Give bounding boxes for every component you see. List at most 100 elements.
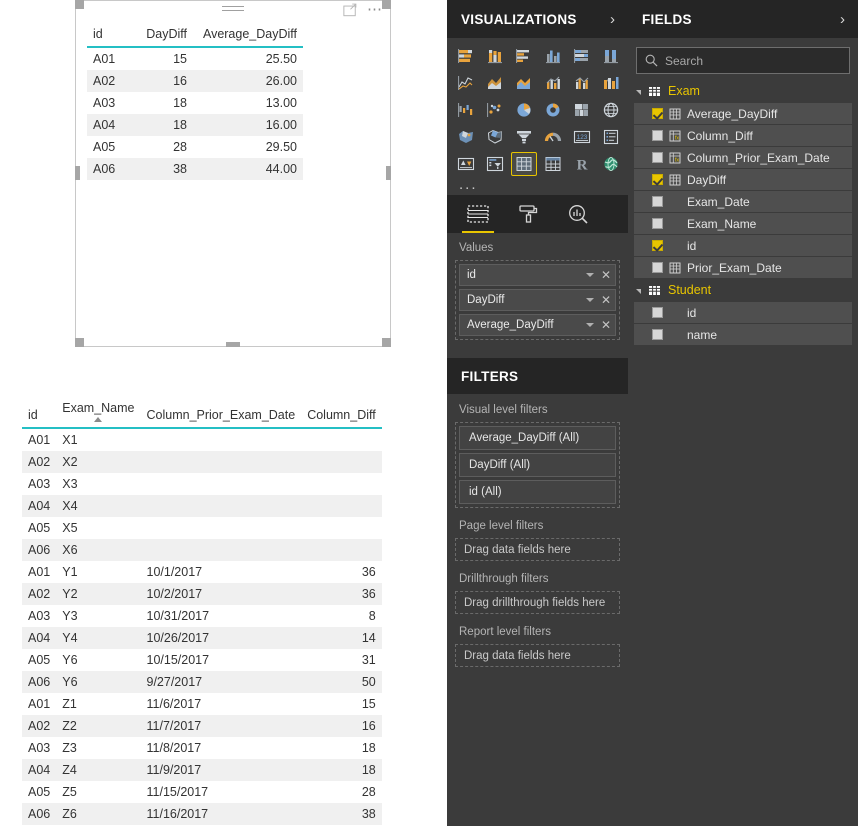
shape-map-visual[interactable] bbox=[482, 125, 508, 149]
table-row[interactable]: A03 18 13.00 bbox=[87, 92, 303, 114]
multi-row-card-visual[interactable] bbox=[598, 125, 624, 149]
resize-handle-middle-right[interactable] bbox=[386, 166, 391, 180]
card-visual[interactable]: 123 bbox=[569, 125, 595, 149]
visualization-type-gallery[interactable]: 123 R bbox=[447, 38, 628, 178]
drag-handle-icon[interactable] bbox=[222, 6, 244, 13]
filter-card[interactable]: Average_DayDiff (All) bbox=[459, 426, 616, 450]
table-row[interactable]: A06 38 44.00 bbox=[87, 158, 303, 180]
line-and-stacked-column-chart[interactable] bbox=[540, 71, 566, 95]
tab-analytics[interactable] bbox=[553, 195, 603, 233]
table-row[interactable]: A03 Z3 11/8/2017 18 bbox=[22, 737, 382, 759]
ribbon-chart[interactable] bbox=[598, 71, 624, 95]
chevron-down-icon[interactable] bbox=[586, 273, 594, 277]
field-checkbox[interactable] bbox=[652, 196, 663, 207]
resize-handle-middle-left[interactable] bbox=[75, 166, 80, 180]
column-header-daydiff[interactable]: DayDiff bbox=[131, 24, 193, 48]
chevron-right-icon[interactable]: › bbox=[610, 12, 615, 27]
fields-table-node-exam[interactable]: Exam bbox=[628, 80, 858, 102]
search-input[interactable] bbox=[665, 53, 841, 68]
resize-handle-bottom-left[interactable] bbox=[75, 338, 84, 347]
field-checkbox[interactable] bbox=[652, 174, 663, 185]
funnel-chart[interactable] bbox=[511, 125, 537, 149]
hundred-percent-stacked-bar-chart[interactable] bbox=[569, 44, 595, 68]
field-row-column_prior_exam_date[interactable]: fx Column_Prior_Exam_Date bbox=[634, 147, 852, 168]
field-checkbox[interactable] bbox=[652, 108, 663, 119]
table-row[interactable]: A06 Y6 9/27/2017 50 bbox=[22, 671, 382, 693]
field-checkbox[interactable] bbox=[652, 307, 663, 318]
table-row[interactable]: A04 18 16.00 bbox=[87, 114, 303, 136]
chevron-down-icon[interactable] bbox=[586, 298, 594, 302]
matrix-visual[interactable] bbox=[540, 152, 566, 176]
field-checkbox[interactable] bbox=[652, 152, 663, 163]
field-row-average_daydiff[interactable]: Average_DayDiff bbox=[634, 103, 852, 124]
more-visuals-icon[interactable]: ... bbox=[447, 177, 628, 195]
field-row-daydiff[interactable]: DayDiff bbox=[634, 169, 852, 190]
table-row[interactable]: A02 X2 bbox=[22, 451, 382, 473]
line-and-clustered-column-chart[interactable] bbox=[569, 71, 595, 95]
donut-chart[interactable] bbox=[540, 98, 566, 122]
field-checkbox[interactable] bbox=[652, 240, 663, 251]
table-row[interactable]: A02 Z2 11/7/2017 16 bbox=[22, 715, 382, 737]
table-row[interactable]: A01 Z1 11/6/2017 15 bbox=[22, 693, 382, 715]
fields-search-box[interactable] bbox=[636, 47, 850, 74]
r-script-visual[interactable]: R bbox=[569, 152, 595, 176]
table-row[interactable]: A01 X1 bbox=[22, 428, 382, 451]
values-field-pill[interactable]: id ✕ bbox=[459, 264, 616, 286]
arcgis-map-visual[interactable] bbox=[598, 152, 624, 176]
field-row-exam_date[interactable]: Exam_Date bbox=[634, 191, 852, 212]
field-checkbox[interactable] bbox=[652, 329, 663, 340]
column-header-exam-name[interactable]: Exam_Name bbox=[56, 398, 141, 429]
column-header-id[interactable]: id bbox=[22, 398, 57, 429]
hundred-percent-stacked-column-chart[interactable] bbox=[598, 44, 624, 68]
clustered-bar-chart[interactable] bbox=[511, 44, 537, 68]
field-row-id[interactable]: id bbox=[634, 302, 852, 323]
report-canvas[interactable]: ⋯ id DayDiff Average_DayDiff A01 15 25.5… bbox=[0, 0, 447, 826]
gauge-chart[interactable] bbox=[540, 125, 566, 149]
filter-card[interactable]: DayDiff (All) bbox=[459, 453, 616, 477]
values-field-pill[interactable]: Average_DayDiff ✕ bbox=[459, 314, 616, 336]
field-checkbox[interactable] bbox=[652, 130, 663, 141]
table-row[interactable]: A04 Z4 11/9/2017 18 bbox=[22, 759, 382, 781]
stacked-bar-chart[interactable] bbox=[453, 44, 479, 68]
table-row[interactable]: A05 Z5 11/15/2017 28 bbox=[22, 781, 382, 803]
table-visual-bottom[interactable]: id Exam_Name Column_Prior_Exam_Date Colu… bbox=[22, 398, 382, 825]
more-options-icon[interactable]: ⋯ bbox=[367, 2, 383, 17]
table-row[interactable]: A03 X3 bbox=[22, 473, 382, 495]
top-table-grid[interactable]: id DayDiff Average_DayDiff A01 15 25.50 … bbox=[87, 24, 303, 180]
table-row[interactable]: A01 Y1 10/1/2017 36 bbox=[22, 561, 382, 583]
field-checkbox[interactable] bbox=[652, 262, 663, 273]
table-row[interactable]: A03 Y3 10/31/2017 8 bbox=[22, 605, 382, 627]
column-header-column-diff[interactable]: Column_Diff bbox=[301, 398, 382, 429]
collapse-triangle-icon[interactable] bbox=[636, 90, 641, 95]
collapse-triangle-icon[interactable] bbox=[636, 289, 641, 294]
filled-map-visual[interactable] bbox=[453, 125, 479, 149]
table-row[interactable]: A05 X5 bbox=[22, 517, 382, 539]
table-visual-selected[interactable]: ⋯ id DayDiff Average_DayDiff A01 15 25.5… bbox=[75, 0, 391, 351]
column-header-average-daydiff[interactable]: Average_DayDiff bbox=[193, 24, 303, 48]
filter-card[interactable]: id (All) bbox=[459, 480, 616, 504]
chevron-down-icon[interactable] bbox=[586, 323, 594, 327]
scatter-chart[interactable] bbox=[482, 98, 508, 122]
column-header-id[interactable]: id bbox=[87, 24, 131, 48]
table-row[interactable]: A04 X4 bbox=[22, 495, 382, 517]
filter-well[interactable]: Average_DayDiff (All) DayDiff (All) id (Al… bbox=[455, 422, 620, 508]
map-visual[interactable] bbox=[598, 98, 624, 122]
table-row[interactable]: A02 16 26.00 bbox=[87, 70, 303, 92]
column-header-column-prior-exam-date[interactable]: Column_Prior_Exam_Date bbox=[140, 398, 302, 429]
remove-field-icon[interactable]: ✕ bbox=[601, 319, 611, 331]
pie-chart[interactable] bbox=[511, 98, 537, 122]
values-field-pill[interactable]: DayDiff ✕ bbox=[459, 289, 616, 311]
slicer-visual[interactable] bbox=[482, 152, 508, 176]
field-row-exam_name[interactable]: Exam_Name bbox=[634, 213, 852, 234]
focus-mode-icon[interactable] bbox=[343, 3, 357, 17]
field-row-id[interactable]: id bbox=[634, 235, 852, 256]
clustered-column-chart[interactable] bbox=[540, 44, 566, 68]
table-row[interactable]: A01 15 25.50 bbox=[87, 47, 303, 70]
stacked-column-chart[interactable] bbox=[482, 44, 508, 68]
table-row[interactable]: A06 Z6 11/16/2017 38 bbox=[22, 803, 382, 825]
remove-field-icon[interactable]: ✕ bbox=[601, 294, 611, 306]
table-visual[interactable] bbox=[511, 152, 537, 176]
table-row[interactable]: A04 Y4 10/26/2017 14 bbox=[22, 627, 382, 649]
stacked-area-chart[interactable] bbox=[511, 71, 537, 95]
table-row[interactable]: A06 X6 bbox=[22, 539, 382, 561]
